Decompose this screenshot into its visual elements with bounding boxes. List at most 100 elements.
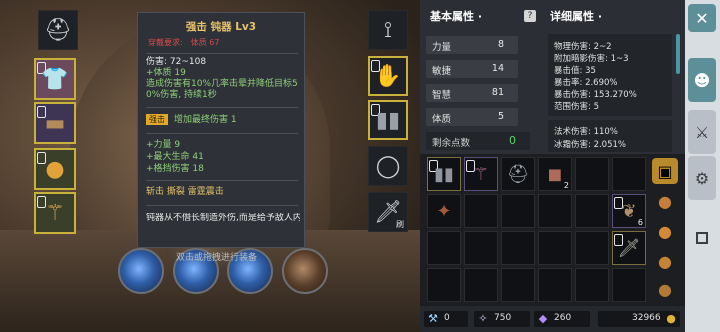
inventory-slot[interactable] <box>612 268 646 302</box>
stat-row-agility: 敏捷 14 <box>426 60 518 78</box>
square-nav-icon[interactable] <box>696 232 708 244</box>
inventory-slot[interactable] <box>538 194 572 228</box>
boots-slot[interactable]: ● <box>34 148 76 190</box>
item-bonus-3: +格挡伤害 18 <box>146 164 204 174</box>
right-sidebar: ✕ ☻ ⚔ ⚙ <box>685 0 720 332</box>
inventory-slot[interactable] <box>575 268 609 302</box>
item-constitution: +体质 19 <box>146 68 186 78</box>
armor-icon: 👕 <box>41 66 69 92</box>
detail-stats-list: 物理伤害: 2~2 附加暗影伤害: 1~3 暴击值: 35 暴击率: 2.690… <box>548 34 672 116</box>
inventory-slot[interactable] <box>575 231 609 265</box>
staff-icon: ⚚ <box>472 163 490 185</box>
currency-c: ◆ 260 <box>534 311 590 327</box>
staff-icon: ⚚ <box>45 200 65 226</box>
currency-bar: ⚒ 0 ✧ 750 ◆ 260 32966 ● <box>420 306 685 332</box>
inventory-slot[interactable] <box>538 268 572 302</box>
inventory-slot[interactable] <box>464 231 498 265</box>
inventory-slot[interactable] <box>464 194 498 228</box>
inventory-slot[interactable]: ✦ <box>427 194 461 228</box>
chest-icon[interactable]: ▣ <box>652 158 678 184</box>
crossed-swords-icon: ⚔ <box>694 122 710 142</box>
inventory-slot[interactable] <box>612 157 646 191</box>
item-affixes: 斩击 撕裂 雷霆震击 <box>146 187 224 197</box>
item-effect-1: 造成伤害有10%几率击晕并降低目标5 <box>146 79 298 89</box>
weapon-slot[interactable]: ⚚ <box>34 192 76 234</box>
item-tooltip: 强击 钝器 Lv3 穿戴要求: 体质 67 伤害: 72~108 +体质 19 造… <box>137 12 305 248</box>
inventory-side-tabs: ▣ ● ● ● ● <box>648 156 682 304</box>
inventory-slot[interactable]: ❦ 6 <box>612 194 646 228</box>
belt-slot[interactable]: ▬ <box>34 102 76 144</box>
crystal-icon: ✧ <box>478 312 488 325</box>
greaves-slot[interactable]: ▮▮ <box>368 100 408 140</box>
inventory-slot[interactable]: ▮▮ <box>427 157 461 191</box>
stat-row-constitution: 体质 5 <box>426 108 518 126</box>
remaining-points-row: 剩余点数 0 <box>426 132 530 150</box>
tab-character[interactable]: ☻ <box>688 58 716 102</box>
divider <box>146 107 298 108</box>
divider <box>146 53 298 54</box>
close-icon: ✕ <box>695 8 709 28</box>
close-button[interactable]: ✕ <box>688 4 716 32</box>
item-flavor: 钝器从不僭长制造外伤,而是给予敌人内伤。 <box>146 213 300 223</box>
purse-icon[interactable]: ● <box>652 276 678 302</box>
sword-icon: 🗡 <box>617 237 641 259</box>
inventory-slot[interactable] <box>538 231 572 265</box>
inventory-slot[interactable]: ⚚ <box>464 157 498 191</box>
mask-icon: ☻ <box>693 70 711 90</box>
inventory-slot[interactable]: ◼ 2 <box>538 157 572 191</box>
inventory-slot[interactable] <box>575 157 609 191</box>
greaves-icon: ▮▮ <box>434 163 454 185</box>
stat-row-strength: 力量 8 <box>426 36 518 54</box>
skill-claw-button[interactable] <box>282 248 328 294</box>
inventory-slot[interactable] <box>575 194 609 228</box>
ring-slot[interactable]: ◯ <box>368 146 408 186</box>
currency-a: ⚒ 0 <box>424 311 468 327</box>
ring-icon: ◯ <box>375 153 401 179</box>
gloves-slot[interactable]: ✋ <box>368 56 408 96</box>
belt-icon: ▬ <box>44 110 66 136</box>
skill-dash-button[interactable] <box>118 248 164 294</box>
currency-gold: 32966 ● <box>598 311 680 327</box>
amulet-icon: ⟟ <box>383 17 393 43</box>
inventory-slot[interactable]: 🗡 <box>612 231 646 265</box>
item-damage: 伤害: 72~108 <box>146 57 207 67</box>
inventory-slot[interactable] <box>427 231 461 265</box>
item-effect-2: 0%伤害, 持续1秒 <box>146 90 217 100</box>
currency-b: ✧ 750 <box>474 311 530 327</box>
skill-equip-hint: 双击或拖拽进行装备 <box>176 253 258 263</box>
amulet-slot[interactable]: ⟟ <box>368 10 408 50</box>
helmet-icon: ⛑ <box>506 163 530 185</box>
pickaxe-icon: ⚒ <box>428 312 438 325</box>
detail-scrollbar[interactable] <box>676 34 680 74</box>
gear-icon: ⚙ <box>694 168 710 188</box>
detail-stats-header: 详细属性 · <box>550 10 603 23</box>
sack-icon[interactable]: ● <box>652 248 678 274</box>
divider <box>146 205 298 206</box>
offhand-slot[interactable]: 🗡 刷 <box>368 192 408 232</box>
info-icon[interactable]: ? <box>524 10 536 22</box>
inventory-slot[interactable] <box>427 268 461 302</box>
detail-stats-list-2: 法术伤害: 110% 冰霜伤害: 2.051% <box>548 120 672 152</box>
chest-slot[interactable]: 👕 <box>34 58 76 100</box>
divider <box>146 180 298 181</box>
tab-settings[interactable]: ⚙ <box>688 156 716 200</box>
inventory-slot[interactable] <box>501 194 535 228</box>
pouch-icon[interactable]: ● <box>652 218 678 244</box>
inventory-slot[interactable] <box>501 231 535 265</box>
item-requirement: 穿戴要求: 体质 67 <box>148 38 220 47</box>
bag-icon[interactable]: ● <box>652 188 678 214</box>
helmet-slot[interactable]: ⛑ <box>38 10 78 50</box>
inventory-slot[interactable] <box>464 268 498 302</box>
inventory-slot[interactable]: ⛑ <box>501 157 535 191</box>
boots-icon: ● <box>45 156 65 182</box>
gem-icon: ◆ <box>538 312 548 325</box>
inventory-slot[interactable] <box>501 268 535 302</box>
item-bonus-2: +最大生命 41 <box>146 152 204 162</box>
tab-skills[interactable]: ⚔ <box>688 110 716 154</box>
gold-coin-icon: ● <box>666 312 676 325</box>
slot-label: 刷 <box>396 220 404 229</box>
item-tag-row: 强击 增加最终伤害 1 <box>146 114 300 126</box>
basic-stats-header: 基本属性 · <box>430 10 483 23</box>
greaves-icon: ▮▮ <box>375 107 401 133</box>
helmet-icon: ⛑ <box>44 17 72 43</box>
